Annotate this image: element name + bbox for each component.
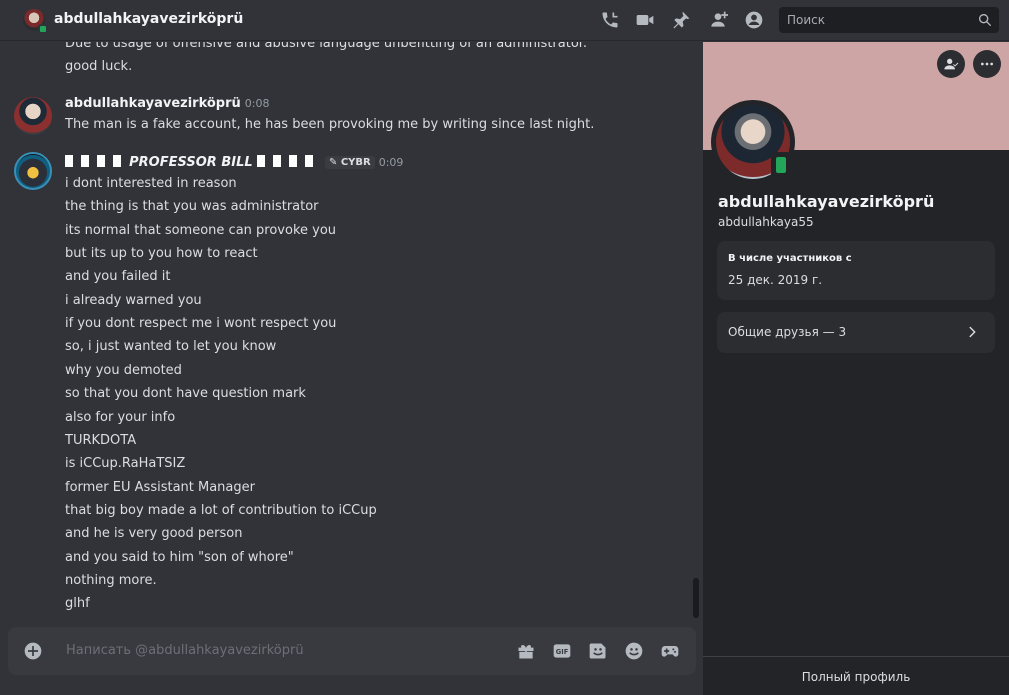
message-line: good luck. (65, 59, 133, 74)
user-check-icon (944, 58, 959, 70)
server-tag[interactable]: ✎ CYBR (324, 156, 375, 169)
search-placeholder: Поиск (787, 13, 826, 27)
scrollbar-thumb[interactable] (693, 578, 699, 618)
gift-icon[interactable] (516, 641, 536, 661)
message-line: former EU Assistant Manager (65, 479, 255, 495)
message-line: nothing more. (65, 572, 157, 588)
message-line: so that you dont have question mark (65, 386, 306, 402)
decorative-checker-icon (65, 155, 125, 167)
message-line: and you said to him "son of whore" (65, 549, 294, 565)
message-line: so, i just wanted to let you know (65, 339, 277, 355)
author-avatar[interactable] (14, 152, 52, 190)
emoji-icon[interactable] (624, 641, 644, 661)
message-line: i already warned you (65, 292, 202, 308)
more-icon (981, 62, 993, 66)
mobile-status-icon (771, 152, 791, 178)
profile-panel: abdullahkayavezirköprü abdullahkaya55 В … (703, 42, 1009, 695)
message-line: The man is a fake account, he has been p… (65, 117, 595, 132)
phone-call-icon[interactable] (600, 10, 620, 30)
message-list: Due to usage of offensive and abusive la… (0, 42, 702, 622)
message-line: Due to usage of offensive and abusive la… (65, 42, 588, 51)
header-title: abdullahkayavezirköprü (54, 11, 244, 27)
activity-icon[interactable] (660, 641, 680, 661)
search-input[interactable]: Поиск (779, 7, 999, 33)
add-attachment-icon[interactable] (23, 641, 43, 661)
svg-text:GIF: GIF (556, 648, 569, 656)
profile-display-name: abdullahkayavezirköprü (718, 192, 935, 211)
header-avatar[interactable] (23, 9, 48, 34)
pin-icon[interactable] (671, 10, 691, 30)
profile-username: abdullahkaya55 (718, 215, 814, 229)
timestamp: 0:08 (244, 97, 270, 110)
dm-header: abdullahkayavezirköprü Поиск (0, 0, 1009, 41)
member-since-label: В числе участников с (728, 253, 852, 264)
more-options-button[interactable] (973, 50, 1001, 78)
author-name[interactable]: PROFESSOR BILL (129, 155, 253, 170)
message-line: and you failed it (65, 269, 171, 285)
composer-placeholder: Написать @abdullahkayavezirköprü (66, 643, 304, 658)
message-header: PROFESSOR BILL ✎ CYBR 0:09 (65, 155, 403, 170)
message-line: if you dont respect me i wont respect yo… (65, 316, 337, 332)
mobile-status-icon (38, 24, 48, 34)
search-icon (977, 12, 993, 28)
author-avatar[interactable] (14, 97, 52, 135)
message-line: its normal that someone can provoke you (65, 222, 337, 238)
message-line: also for your info (65, 409, 176, 425)
message-line: is iCCup.RaHaTSIZ (65, 456, 186, 472)
mutual-friends-label: Общие друзья — 3 (728, 325, 847, 339)
profile-avatar[interactable] (711, 100, 795, 184)
member-since-value: 25 дек. 2019 г. (728, 273, 823, 287)
mutual-friends-button[interactable]: Общие друзья — 3 (717, 312, 995, 353)
message-line: glhf (65, 596, 90, 612)
message-line: that big boy made a lot of contribution … (65, 502, 377, 518)
server-tag-label: CYBR (340, 157, 371, 168)
decorative-checker-icon (256, 155, 317, 167)
message-line: why you demoted (65, 362, 182, 378)
sticker-icon[interactable] (588, 641, 608, 661)
message-line: i dont interested in reason (65, 176, 237, 191)
message-header: abdullahkayavezirköprü 0:08 (65, 96, 269, 111)
member-since-card: В числе участников с 25 дек. 2019 г. (717, 241, 995, 300)
add-member-icon[interactable] (708, 10, 728, 30)
message-line: and he is very good person (65, 526, 243, 542)
timestamp: 0:09 (378, 156, 404, 169)
chevron-right-icon (965, 324, 981, 340)
message-line: the thing is that you was administrator (65, 199, 319, 215)
message-composer[interactable]: Написать @abdullahkayavezirköprü GIF (8, 627, 696, 675)
message-line: TURKDOTA (65, 432, 137, 448)
message-line: but its up to you how to react (65, 246, 258, 262)
gif-icon[interactable]: GIF (552, 641, 572, 661)
user-profile-icon[interactable] (744, 10, 764, 30)
full-profile-button[interactable]: Полный профиль (703, 656, 1009, 695)
add-friend-button[interactable] (937, 50, 965, 78)
video-icon[interactable] (635, 10, 655, 30)
author-name[interactable]: abdullahkayavezirköprü (65, 96, 241, 111)
